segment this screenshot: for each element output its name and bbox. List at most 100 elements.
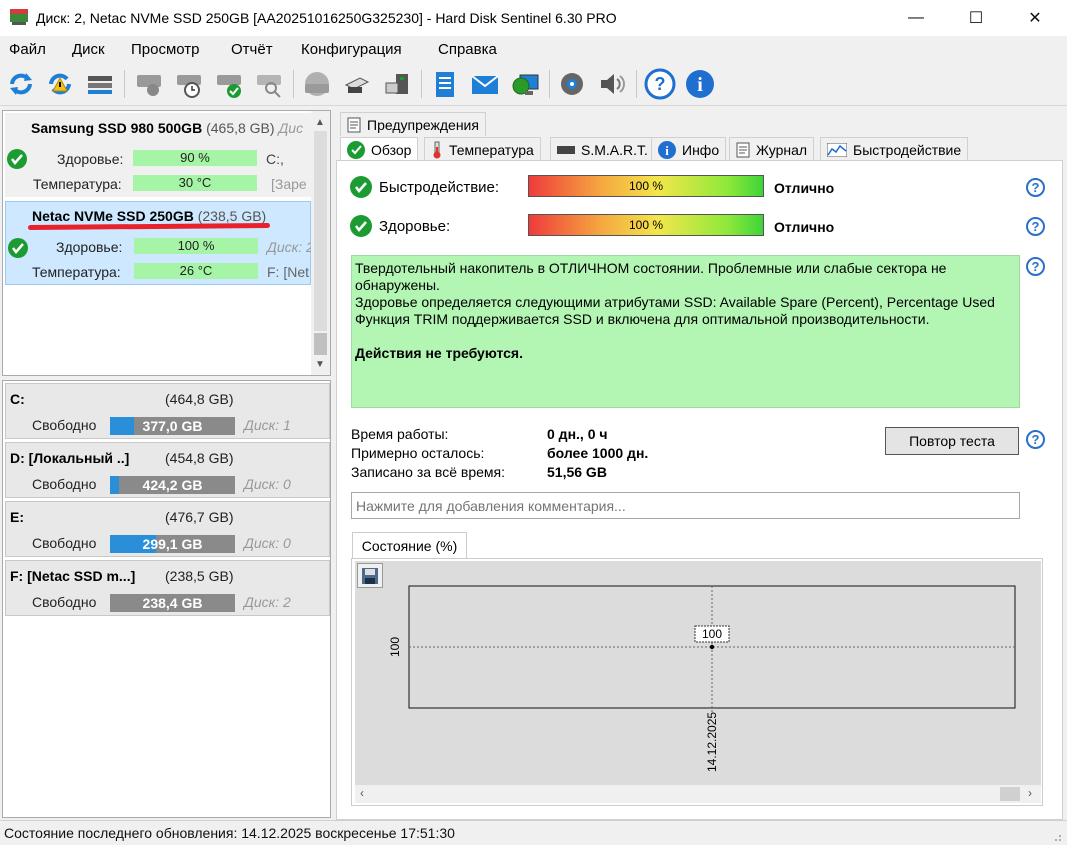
- disk-card-selected[interactable]: Netac NVMe SSD 250GB (238,5 GB) Здоровье…: [5, 201, 314, 285]
- menu-configuration[interactable]: Конфигурация: [301, 41, 402, 58]
- free-space-bar: 377,0 GB: [110, 417, 235, 435]
- free-space-value: 424,2 GB: [142, 477, 203, 493]
- log-icon: [736, 142, 750, 157]
- menu-help[interactable]: Справка: [438, 41, 497, 58]
- status-text: Состояние последнего обновления: 14.12.2…: [4, 825, 455, 841]
- help-icon[interactable]: ?: [1026, 257, 1045, 276]
- health-ok-icon: [7, 149, 27, 169]
- scroll-right-icon[interactable]: ›: [1028, 786, 1032, 800]
- menu-disk[interactable]: Диск: [72, 41, 105, 58]
- help-icon[interactable]: ?: [1026, 217, 1045, 236]
- performance-chart-icon: [827, 142, 847, 157]
- tab-smart[interactable]: S.M.A.R.T.: [550, 137, 655, 161]
- partition-item[interactable]: E: (476,7 GB) Свободно 299,1 GB Диск: 0: [5, 501, 330, 557]
- help-icon[interactable]: ?: [1026, 178, 1045, 197]
- disk-name-row: Netac NVMe SSD 250GB (238,5 GB): [32, 208, 266, 224]
- menu-view[interactable]: Просмотр: [131, 41, 200, 58]
- scroll-down-icon[interactable]: ▼: [315, 359, 325, 370]
- overview-panel: Быстродействие: 100 % Отлично ? Здоровье…: [336, 160, 1063, 820]
- retest-button[interactable]: Повтор теста: [885, 427, 1019, 455]
- disk-name-row: Samsung SSD 980 500GB (465,8 GB) Дис: [31, 120, 303, 136]
- disk-list-icon[interactable]: [83, 67, 117, 101]
- disk-check-icon[interactable]: [132, 67, 166, 101]
- partition-size: (464,8 GB): [165, 391, 234, 407]
- partition-item[interactable]: C: (464,8 GB) Свободно 377,0 GB Диск: 1: [5, 383, 330, 439]
- toolbar-separator: [421, 70, 422, 98]
- health-bar: 100 %: [134, 238, 258, 254]
- help-icon[interactable]: ?: [643, 67, 677, 101]
- scroll-thumb[interactable]: [1000, 787, 1020, 801]
- tab-temperature[interactable]: Температура: [424, 137, 541, 161]
- disk-small-icon: [557, 145, 575, 154]
- minimize-button[interactable]: —: [893, 0, 939, 36]
- toolbar: ? i: [0, 62, 1067, 106]
- data-label: 100: [702, 627, 722, 641]
- disk-search-icon[interactable]: [252, 67, 286, 101]
- disk-sphere-icon[interactable]: [300, 67, 334, 101]
- settings-icon[interactable]: [555, 67, 589, 101]
- report-icon[interactable]: [428, 67, 462, 101]
- resize-grip[interactable]: [1050, 829, 1062, 841]
- close-button[interactable]: ✕: [1012, 0, 1058, 36]
- usb-disk-icon[interactable]: [380, 67, 414, 101]
- scroll-left-icon[interactable]: ‹: [360, 786, 364, 800]
- refresh-icon[interactable]: [4, 67, 38, 101]
- disk-card[interactable]: Samsung SSD 980 500GB (465,8 GB) Дис Здо…: [5, 113, 311, 197]
- sound-icon[interactable]: [595, 67, 629, 101]
- maximize-button[interactable]: ☐: [953, 0, 999, 36]
- tab-label: Температура: [449, 141, 534, 158]
- performance-label: Быстродействие:: [379, 179, 500, 196]
- tab-log[interactable]: Журнал: [729, 137, 815, 161]
- status-bar: Состояние последнего обновления: 14.12.2…: [0, 820, 1067, 845]
- data-point: [709, 644, 715, 650]
- svg-text:i: i: [697, 74, 703, 96]
- info-icon[interactable]: i: [683, 67, 717, 101]
- temperature-label: Температура:: [32, 264, 121, 280]
- y-tick-label: 100: [388, 637, 402, 657]
- tab-overview[interactable]: Обзор: [340, 137, 419, 161]
- tab-warnings[interactable]: Предупреждения: [340, 112, 486, 136]
- disk-name: Netac NVMe SSD 250GB: [32, 208, 194, 224]
- menu-bar: Файл Диск Просмотр Отчёт Конфигурация Сп…: [0, 36, 1067, 62]
- partition-item[interactable]: D: [Локальный ..] (454,8 GB) Свободно 42…: [5, 442, 330, 498]
- tab-label: Инфо: [682, 141, 720, 158]
- refresh-warning-icon[interactable]: [43, 67, 77, 101]
- window-title: Диск: 2, Netac NVMe SSD 250GB [AA2025101…: [36, 10, 617, 26]
- help-icon[interactable]: ?: [1026, 430, 1045, 449]
- vertical-scrollbar[interactable]: ▲ ▼: [311, 111, 330, 375]
- menu-report[interactable]: Отчёт: [231, 41, 273, 58]
- horizontal-scrollbar[interactable]: ‹ ›: [355, 785, 1041, 803]
- partition-disk: Диск: 2: [244, 594, 291, 610]
- temperature-bar: 26 °C: [134, 263, 258, 279]
- tab-info[interactable]: i Инфо: [651, 137, 727, 161]
- comment-input[interactable]: [351, 492, 1020, 519]
- app-logo-icon: [10, 9, 28, 25]
- scroll-up-icon[interactable]: ▲: [315, 117, 325, 128]
- drive-letters: C:,: [266, 151, 284, 167]
- tab-performance[interactable]: Быстродействие: [820, 137, 969, 161]
- partition-name: C:: [10, 391, 25, 407]
- performance-status: Отлично: [774, 180, 835, 196]
- health-bar: 100 %: [528, 214, 764, 236]
- health-ok-icon: [350, 215, 372, 237]
- email-icon[interactable]: [468, 67, 502, 101]
- tab-status-percent[interactable]: Состояние (%): [352, 532, 467, 559]
- disk-schedule-icon[interactable]: [172, 67, 206, 101]
- remaining-value: более 1000 дн.: [547, 445, 649, 461]
- scroll-track[interactable]: [314, 131, 327, 331]
- free-label: Свободно: [32, 417, 97, 433]
- toolbar-separator: [549, 70, 550, 98]
- usb-icon[interactable]: [340, 67, 374, 101]
- tab-label: S.M.A.R.T.: [581, 141, 648, 158]
- disk-ok-icon[interactable]: [212, 67, 246, 101]
- partition-size: (454,8 GB): [165, 450, 234, 466]
- toolbar-separator: [293, 70, 294, 98]
- health-ok-icon: [8, 238, 28, 258]
- free-label: Свободно: [32, 594, 97, 610]
- used-space-fill: [110, 476, 119, 494]
- svg-text:i: i: [665, 143, 669, 158]
- menu-file[interactable]: Файл: [9, 41, 46, 58]
- network-icon[interactable]: [508, 67, 542, 101]
- partition-item[interactable]: F: [Netac SSD m...] (238,5 GB) Свободно …: [5, 560, 330, 616]
- scroll-thumb[interactable]: [314, 333, 327, 355]
